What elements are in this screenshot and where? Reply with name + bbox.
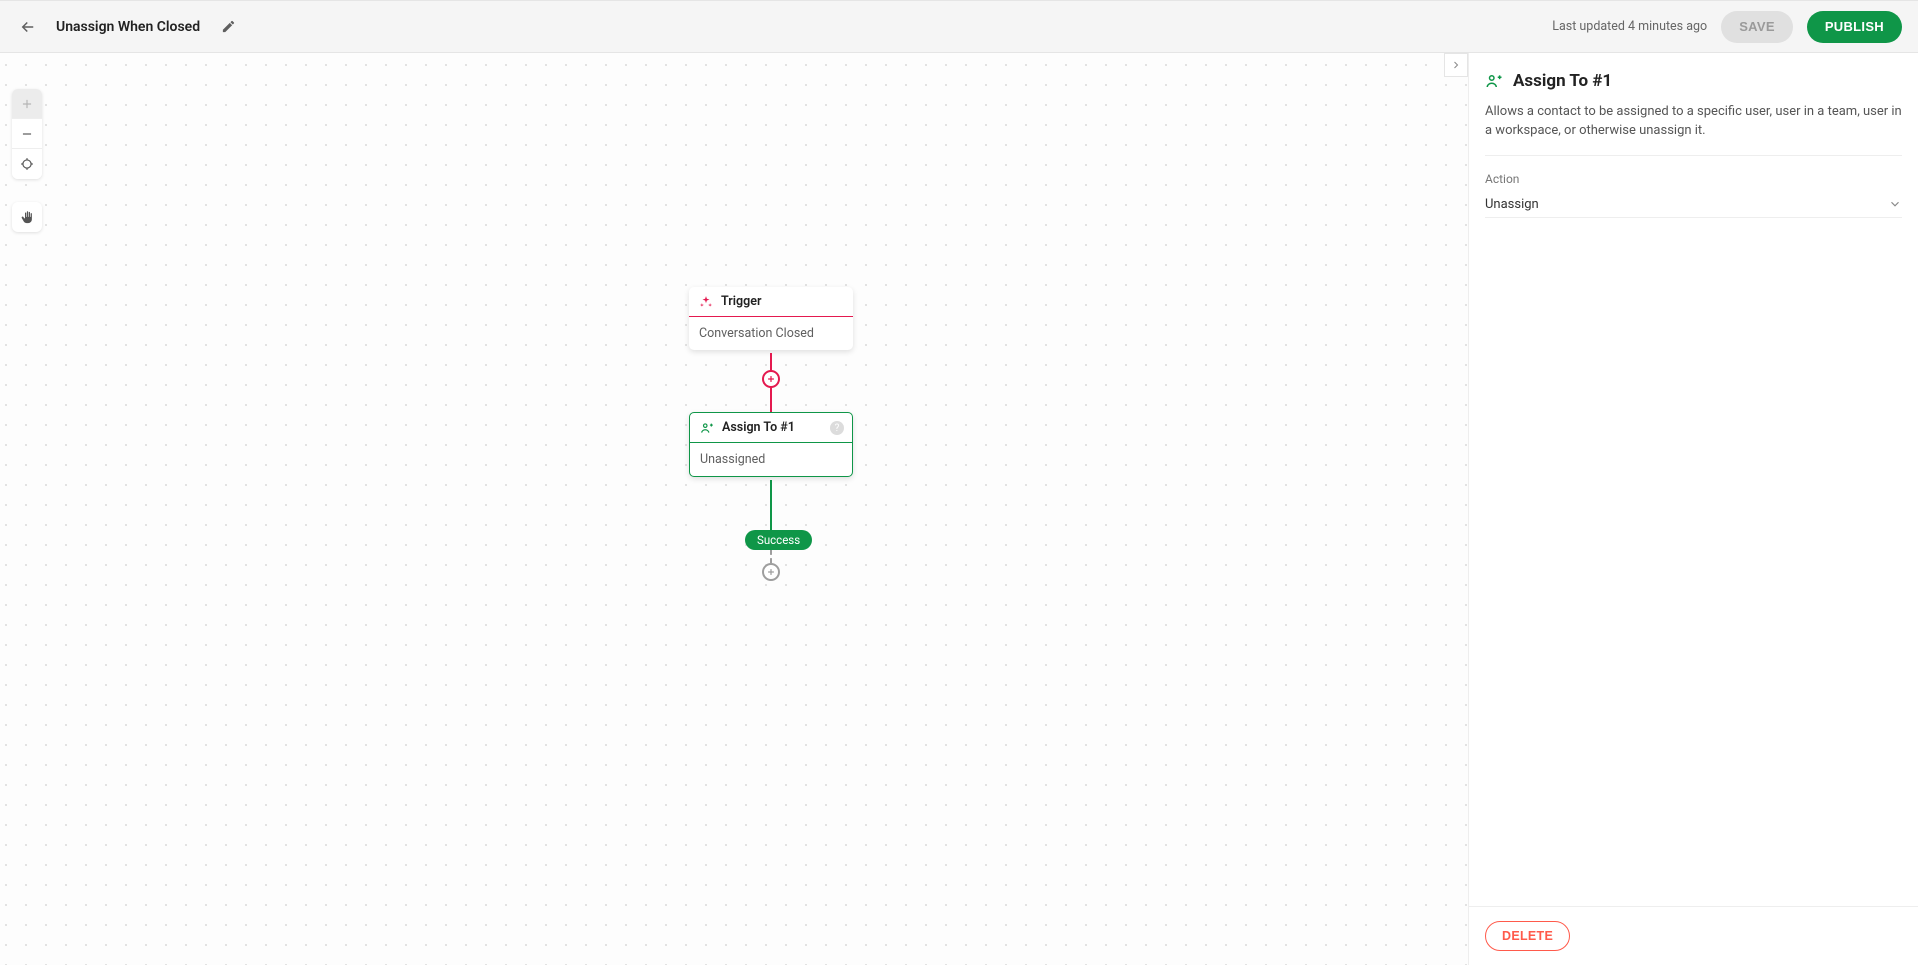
node-trigger-body: Conversation Closed	[689, 317, 853, 350]
panel-title-row: Assign To #1	[1485, 71, 1902, 91]
plus-icon	[766, 374, 776, 384]
node-trigger-title: Trigger	[721, 294, 761, 309]
page-title: Unassign When Closed	[56, 19, 200, 35]
action-select-value: Unassign	[1485, 197, 1539, 212]
connector-assign-down	[770, 480, 772, 530]
node-trigger[interactable]: Trigger Conversation Closed	[689, 287, 853, 350]
pan-button[interactable]	[12, 202, 42, 232]
back-button[interactable]	[16, 15, 40, 39]
side-panel: Assign To #1 Allows a contact to be assi…	[1468, 53, 1918, 965]
add-branch-button[interactable]	[762, 563, 780, 581]
crosshair-icon	[20, 157, 34, 171]
node-assign[interactable]: Assign To #1 ? Unassigned	[689, 412, 853, 477]
node-assign-title: Assign To #1	[722, 420, 795, 435]
panel-content: Assign To #1 Allows a contact to be assi…	[1469, 53, 1918, 906]
success-pill: Success	[745, 530, 812, 550]
action-select[interactable]: Unassign	[1485, 192, 1902, 218]
action-field-label: Action	[1485, 172, 1902, 186]
node-assign-body: Unassigned	[690, 443, 852, 476]
save-button[interactable]: SAVE	[1721, 11, 1793, 43]
chevron-right-icon	[1450, 59, 1462, 71]
header-right: Last updated 4 minutes ago SAVE PUBLISH	[1552, 11, 1902, 43]
panel-title: Assign To #1	[1513, 71, 1612, 91]
panel-description: Allows a contact to be assigned to a spe…	[1485, 103, 1902, 156]
connector-dashed	[770, 550, 772, 563]
last-updated-text: Last updated 4 minutes ago	[1552, 19, 1707, 34]
flow-canvas[interactable]: Trigger Conversation Closed Assign To #1…	[0, 53, 1468, 965]
success-pill-label: Success	[757, 533, 800, 547]
zoom-out-button[interactable]	[12, 119, 42, 149]
panel-collapse-button[interactable]	[1444, 53, 1468, 77]
panel-footer: DELETE	[1469, 906, 1918, 965]
plus-icon	[766, 567, 776, 577]
sparkle-icon	[699, 295, 713, 309]
zoom-controls	[12, 89, 42, 179]
add-step-button[interactable]	[762, 370, 780, 388]
header-left: Unassign When Closed	[16, 15, 1552, 39]
chevron-down-icon	[1888, 197, 1902, 211]
pencil-icon	[221, 19, 236, 34]
node-trigger-head: Trigger	[689, 287, 853, 317]
edit-title-button[interactable]	[216, 15, 240, 39]
hand-icon	[20, 210, 35, 225]
delete-button[interactable]: DELETE	[1485, 921, 1570, 951]
user-assign-icon	[1485, 72, 1503, 90]
minus-icon	[20, 127, 34, 141]
node-assign-head: Assign To #1 ?	[690, 413, 852, 443]
header-bar: Unassign When Closed Last updated 4 minu…	[0, 0, 1918, 53]
recenter-button[interactable]	[12, 149, 42, 179]
arrow-left-icon	[19, 18, 37, 36]
zoom-in-button[interactable]	[12, 89, 42, 119]
plus-icon	[20, 97, 34, 111]
publish-button[interactable]: PUBLISH	[1807, 11, 1902, 43]
user-assign-icon	[700, 421, 714, 435]
help-icon[interactable]: ?	[830, 421, 844, 435]
